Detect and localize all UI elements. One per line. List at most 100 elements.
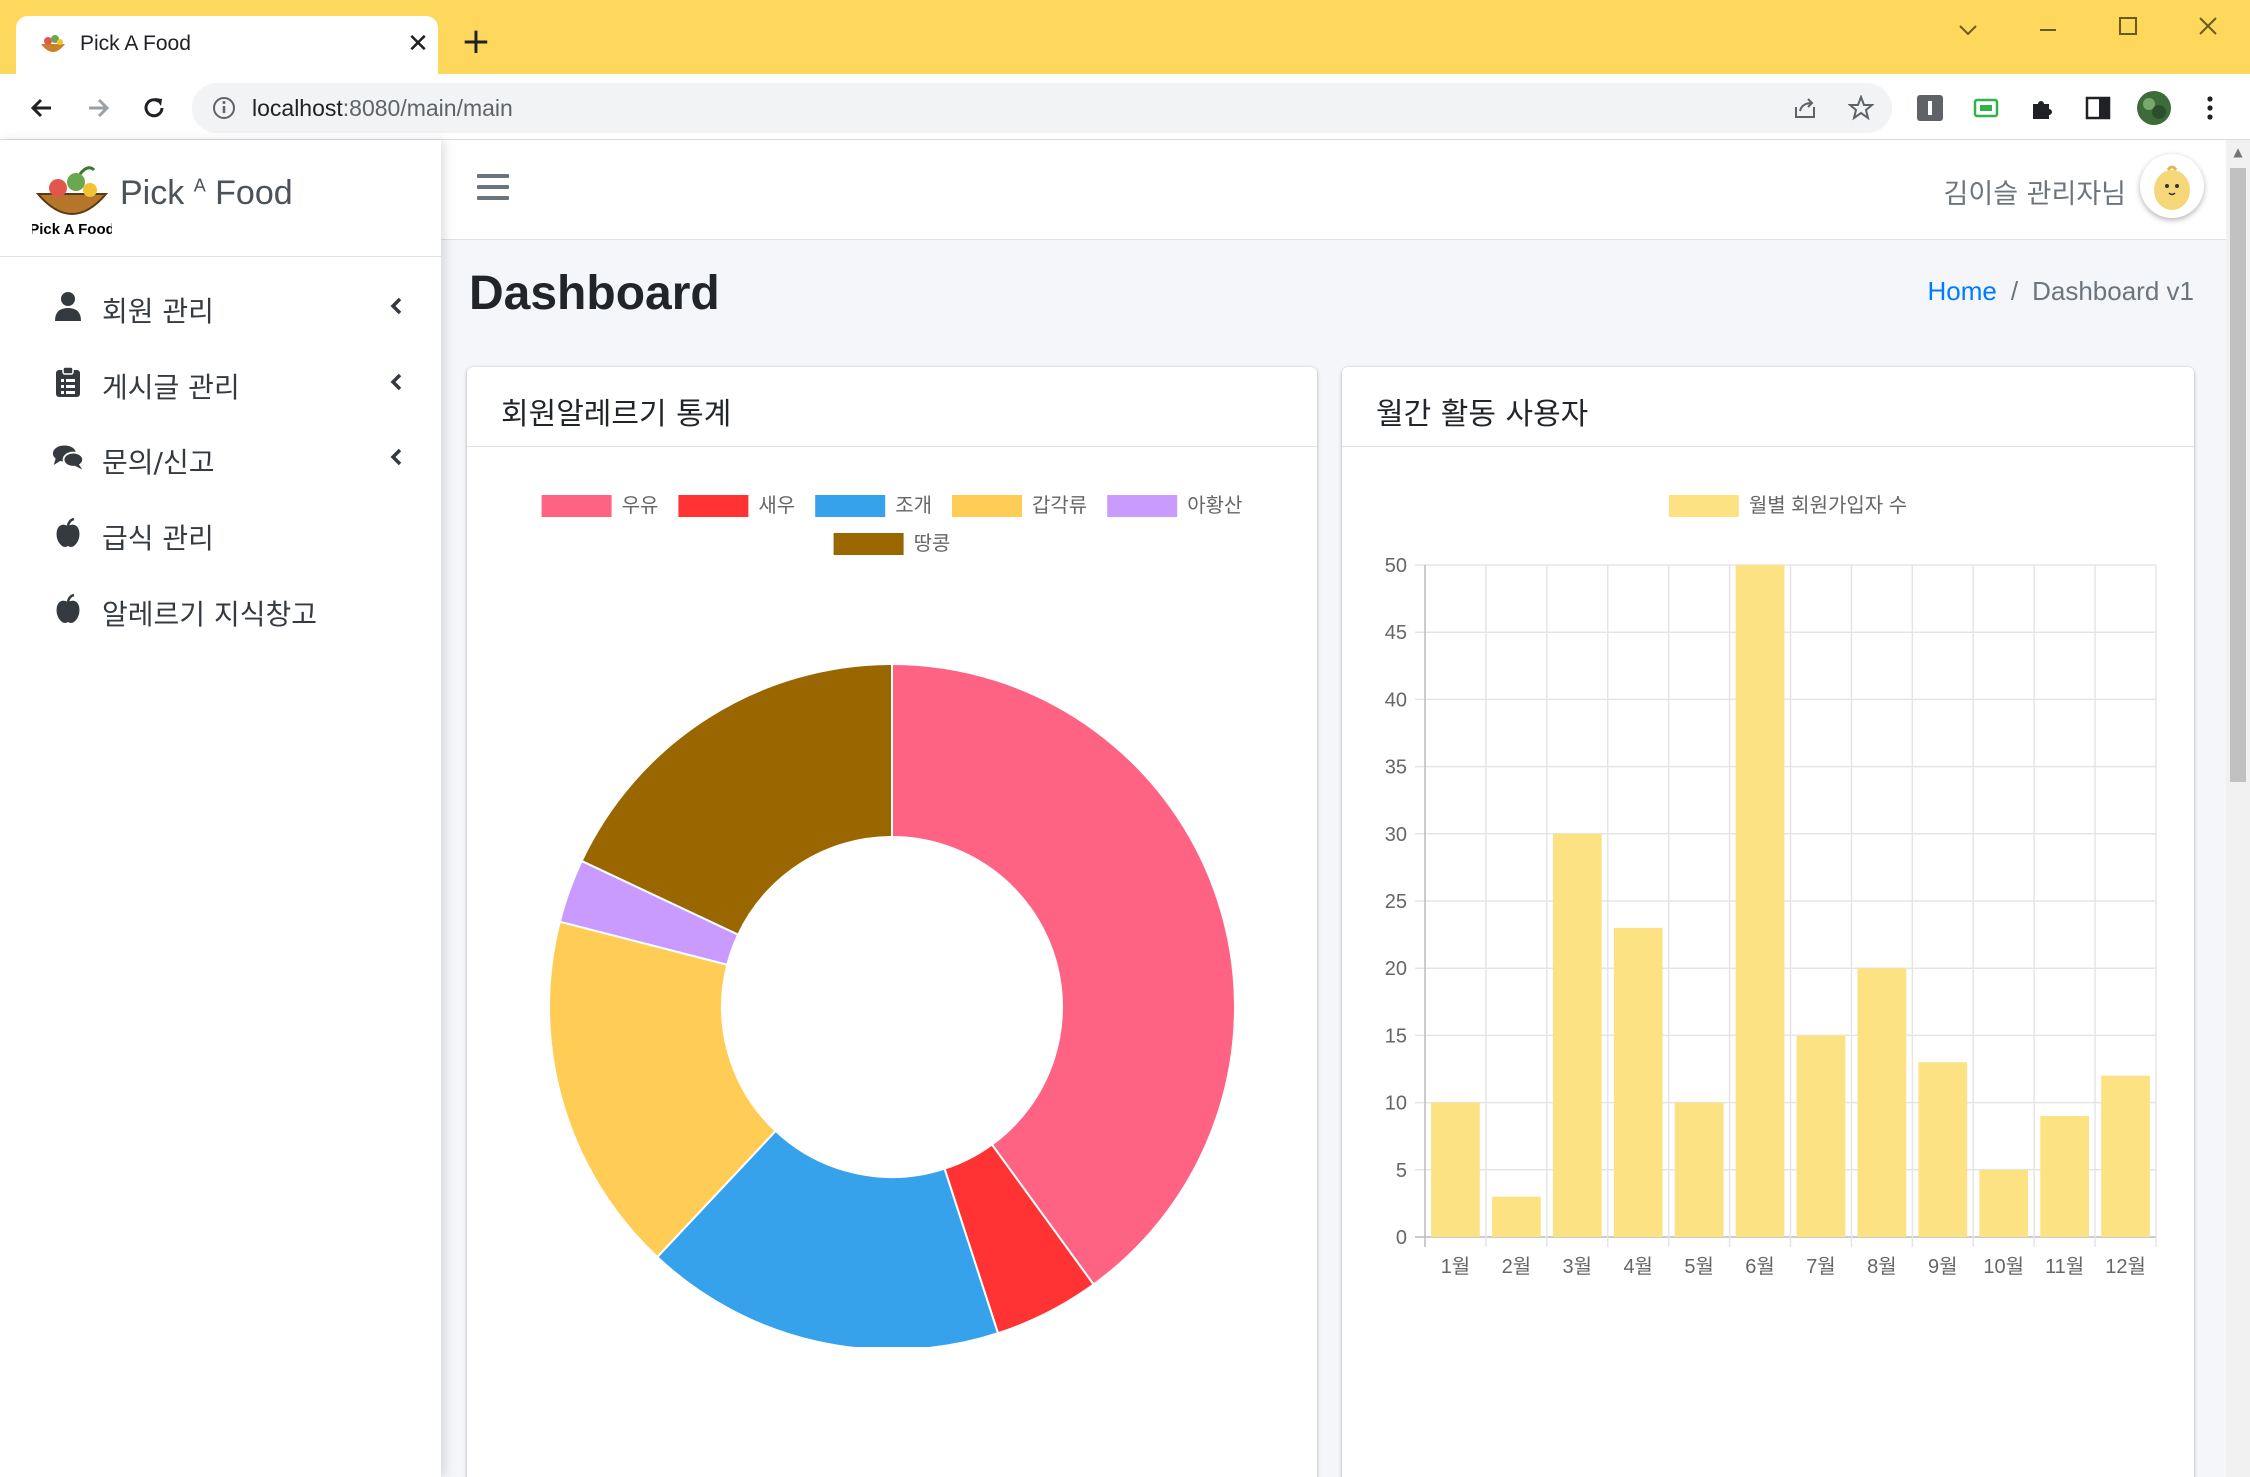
app-viewport: Pick A Food Pick A Food 회원 관리 게시글 관리 문의/… xyxy=(0,140,2226,1477)
maximize-icon[interactable] xyxy=(2098,10,2158,50)
legend-swatch xyxy=(952,495,1022,517)
url-text: localhost:8080/main/main xyxy=(252,95,513,121)
y-tick-label: 20 xyxy=(1385,958,1407,980)
legend-label: 갑각류 xyxy=(1032,494,1087,517)
x-tick-label: 8월 xyxy=(1867,1255,1897,1278)
sidebar-item-inquiry-report[interactable]: 문의/신고 xyxy=(30,427,420,487)
y-tick-label: 0 xyxy=(1396,1227,1407,1249)
bar xyxy=(1857,968,1907,1237)
bar xyxy=(1552,833,1602,1237)
pick-a-food-logo: Pick A Food xyxy=(32,166,112,238)
x-tick-label: 12월 xyxy=(2105,1255,2146,1278)
menu-kebab-icon[interactable] xyxy=(2190,88,2230,128)
legend-swatch xyxy=(678,495,749,517)
legend-swatch xyxy=(815,495,886,517)
extension-i-icon[interactable] xyxy=(1910,88,1950,128)
reload-icon[interactable] xyxy=(132,86,176,130)
user-icon xyxy=(52,290,84,322)
back-arrow-icon[interactable] xyxy=(20,86,64,130)
side-panel-icon[interactable] xyxy=(2078,88,2118,128)
sidebar-item-allergy-knowledge[interactable]: 알레르기 지식창고 xyxy=(30,579,420,639)
sidebar-item-post-management[interactable]: 게시글 관리 xyxy=(30,352,420,412)
bar xyxy=(1796,1035,1846,1237)
legend-swatch xyxy=(541,495,612,517)
bowl-favicon-icon xyxy=(41,35,65,52)
bookmark-star-icon[interactable] xyxy=(1848,95,1874,121)
sidebar-item-member-management[interactable]: 회원 관리 xyxy=(30,276,420,336)
page-scrollbar[interactable]: ▲ xyxy=(2226,140,2250,1477)
tab-search-icon[interactable] xyxy=(1938,10,1998,50)
tab-close-icon[interactable]: ✕ xyxy=(400,26,436,62)
bar xyxy=(1735,565,1785,1237)
top-navbar: 김이슬 관리자님 xyxy=(441,140,2226,240)
profile-avatar-icon[interactable] xyxy=(2134,88,2174,128)
sidebar: Pick A Food Pick A Food 회원 관리 게시글 관리 문의/… xyxy=(0,140,441,1477)
legend-label: 월별 회원가입자 수 xyxy=(1749,494,1907,517)
breadcrumb-current: Dashboard v1 xyxy=(2032,276,2194,306)
x-tick-label: 10월 xyxy=(1983,1255,2024,1278)
bar xyxy=(1918,1062,1968,1237)
legend-label: 아황산 xyxy=(1187,494,1242,517)
legend-label: 우유 xyxy=(622,495,659,517)
card-header: 회원알레르기 통계 xyxy=(467,367,1317,447)
legend-swatch xyxy=(833,533,904,555)
address-bar[interactable]: localhost:8080/main/main xyxy=(192,83,1892,133)
sidebar-item-label: 알레르기 지식창고 xyxy=(102,598,317,631)
apple-icon xyxy=(52,593,84,625)
x-tick-label: 2월 xyxy=(1502,1255,1532,1278)
page-title: Dashboard xyxy=(469,267,720,320)
legend-label: 새우 xyxy=(758,494,795,517)
close-window-icon[interactable] xyxy=(2178,10,2238,50)
allergy-doughnut-chart: 우유 새우 조개 갑각류 아황산땅콩 xyxy=(541,494,1242,1347)
legend-swatch xyxy=(1668,495,1739,517)
browser-tab[interactable]: Pick A Food ✕ xyxy=(16,16,438,74)
x-tick-label: 9월 xyxy=(1928,1255,1958,1278)
extension-screen-icon[interactable] xyxy=(1966,88,2006,128)
y-tick-label: 15 xyxy=(1385,1025,1407,1047)
x-tick-label: 6월 xyxy=(1745,1255,1775,1278)
breadcrumb: Home / Dashboard v1 xyxy=(1928,276,2194,307)
site-info-icon[interactable] xyxy=(212,96,236,120)
share-icon[interactable] xyxy=(1792,95,1818,121)
y-tick-label: 50 xyxy=(1385,555,1407,577)
svg-text:Pick A Food: Pick A Food xyxy=(32,221,112,238)
breadcrumb-home-link[interactable]: Home xyxy=(1928,276,1997,306)
chevron-left-icon xyxy=(384,441,408,473)
sidebar-item-label: 급식 관리 xyxy=(102,522,214,555)
x-tick-label: 3월 xyxy=(1563,1255,1593,1278)
card-title: 월간 활동 사용자 xyxy=(1376,397,1589,432)
extensions-puzzle-icon[interactable] xyxy=(2022,88,2062,128)
hamburger-menu-icon[interactable] xyxy=(477,174,509,204)
clipboard-icon xyxy=(52,366,84,398)
brand-link[interactable]: Pick A Food Pick A Food xyxy=(0,140,441,257)
scroll-up-icon[interactable]: ▲ xyxy=(2230,144,2246,160)
x-tick-label: 4월 xyxy=(1623,1255,1653,1278)
user-avatar[interactable] xyxy=(2140,154,2204,218)
scrollbar-thumb[interactable] xyxy=(2230,168,2246,782)
bar xyxy=(2040,1116,2089,1237)
legend-label: 땅콩 xyxy=(914,532,951,555)
user-name-label[interactable]: 김이슬 관리자님 xyxy=(1944,172,2126,211)
sidebar-item-meal-management[interactable]: 급식 관리 xyxy=(30,503,420,563)
bar xyxy=(1613,927,1663,1237)
sidebar-item-label: 문의/신고 xyxy=(102,446,215,479)
x-tick-label: 1월 xyxy=(1441,1255,1471,1278)
monthly-signup-bar-chart: 월별 회원가입자 수 0 5 10 15 20 25 30 35 40 45 50 1월 2월 3월 4월 5월… xyxy=(1385,494,2157,1278)
y-tick-label: 35 xyxy=(1385,757,1407,779)
y-tick-label: 25 xyxy=(1385,891,1407,913)
bar xyxy=(2101,1075,2150,1237)
bar xyxy=(1979,1169,2029,1237)
new-tab-button[interactable]: + xyxy=(456,22,496,62)
minimize-icon[interactable] xyxy=(2018,10,2078,50)
card-header: 월간 활동 사용자 xyxy=(1342,367,2194,447)
chevron-left-icon xyxy=(384,366,408,398)
monthly-active-users-card: 월간 활동 사용자 월별 회원가입자 수 0 5 10 15 20 25 30 35 40 45 50… xyxy=(1342,367,2194,1477)
sidebar-item-label: 회원 관리 xyxy=(102,295,214,328)
y-tick-label: 10 xyxy=(1385,1093,1407,1115)
tab-title: Pick A Food xyxy=(80,32,191,55)
forward-arrow-icon[interactable] xyxy=(76,86,120,130)
browser-tab-strip: Pick A Food ✕ + xyxy=(0,0,2250,74)
breadcrumb-separator: / xyxy=(2010,276,2019,306)
x-tick-label: 11월 xyxy=(2045,1255,2084,1278)
y-tick-label: 5 xyxy=(1396,1160,1407,1182)
